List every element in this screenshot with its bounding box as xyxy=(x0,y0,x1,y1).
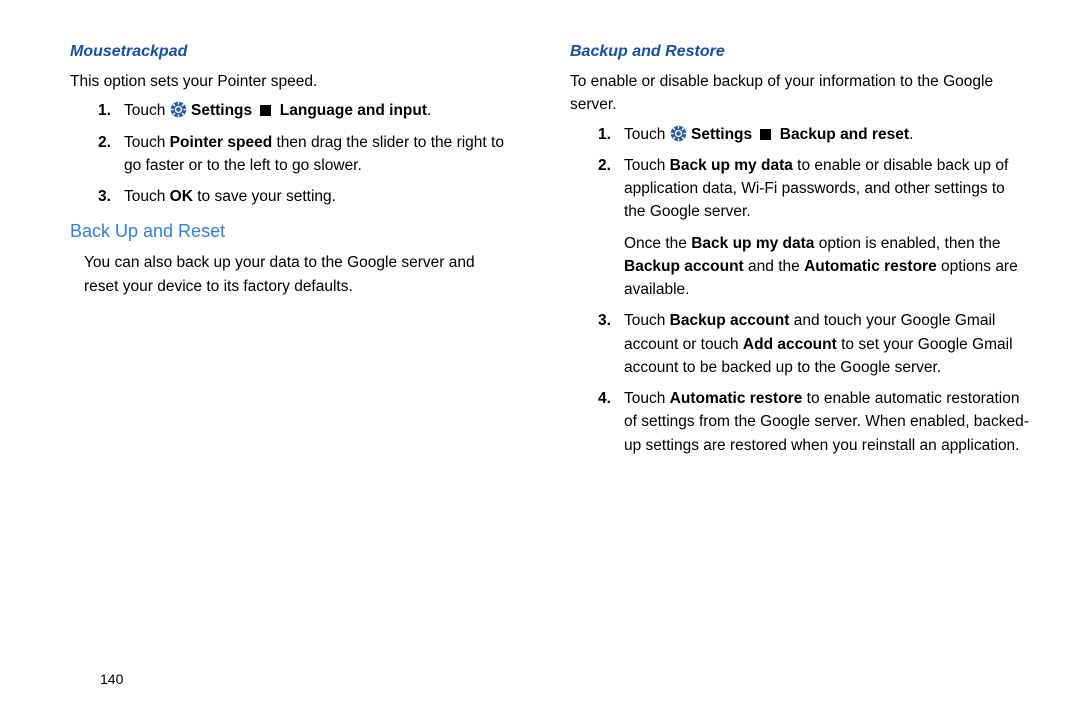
step-number: 4. xyxy=(598,387,624,457)
left-column: Mousetrackpad This option sets your Poin… xyxy=(70,40,510,465)
bold-text: Back up my data xyxy=(691,235,814,252)
settings-label: Settings Language and input xyxy=(191,102,427,119)
text: Settings xyxy=(691,126,752,143)
text: Touch xyxy=(124,188,170,205)
step-text: Touch Backup account and touch your Goog… xyxy=(624,309,1030,379)
step-text: Touch Settings Backup and reset. xyxy=(624,123,1030,146)
text: Touch xyxy=(124,134,170,151)
step-number: 3. xyxy=(98,185,124,208)
text: Touch xyxy=(624,157,670,174)
bold-text: Backup account xyxy=(624,258,744,275)
step-2: 2. Touch Pointer speed then drag the sli… xyxy=(98,131,510,178)
steps-list-cont: 3. Touch Backup account and touch your G… xyxy=(598,309,1030,457)
subheading-backup-reset: Back Up and Reset xyxy=(70,218,510,245)
text: option is enabled, then the xyxy=(814,235,1000,252)
bold-text: Add account xyxy=(743,336,837,353)
bold-text: OK xyxy=(170,188,193,205)
manual-page: Mousetrackpad This option sets your Poin… xyxy=(0,0,1080,465)
intro-text: This option sets your Pointer speed. xyxy=(70,70,510,93)
bold-text: Automatic restore xyxy=(670,390,803,407)
text: Touch xyxy=(624,312,670,329)
settings-icon xyxy=(170,101,187,118)
step-3: 3. Touch OK to save your setting. xyxy=(98,185,510,208)
step-text: Touch OK to save your setting. xyxy=(124,185,510,208)
arrow-icon xyxy=(760,129,771,140)
text: Settings xyxy=(191,102,252,119)
bold-text: Back up my data xyxy=(670,157,793,174)
followup-text: Once the Back up my data option is enabl… xyxy=(624,232,1030,302)
text: Backup and reset xyxy=(780,126,909,143)
text: Touch xyxy=(124,102,170,119)
section-heading-backup-restore: Backup and Restore xyxy=(570,40,1030,64)
step-number: 1. xyxy=(98,99,124,122)
step-text: Touch Pointer speed then drag the slider… xyxy=(124,131,510,178)
intro-text: You can also back up your data to the Go… xyxy=(84,251,510,298)
bold-text: Pointer speed xyxy=(170,134,273,151)
bold-text: Automatic restore xyxy=(804,258,937,275)
page-number: 140 xyxy=(100,669,123,690)
step-text: Touch Back up my data to enable or disab… xyxy=(624,154,1030,224)
step-1: 1. Touch Settings Language and input. xyxy=(98,99,510,122)
intro-text: To enable or disable backup of your info… xyxy=(570,70,1030,117)
settings-label: Settings Backup and reset xyxy=(691,126,909,143)
text: Touch xyxy=(624,390,670,407)
step-4: 4. Touch Automatic restore to enable aut… xyxy=(598,387,1030,457)
steps-list: 1. Touch Settings Language and input. 2.… xyxy=(98,99,510,208)
text: and the xyxy=(744,258,804,275)
text: Touch xyxy=(624,126,670,143)
step-text: Touch Settings Language and input. xyxy=(124,99,510,122)
arrow-icon xyxy=(260,105,271,116)
bold-text: Backup account xyxy=(670,312,790,329)
text: . xyxy=(909,126,913,143)
steps-list: 1. Touch Settings Backup and reset. 2. T… xyxy=(598,123,1030,224)
step-2: 2. Touch Back up my data to enable or di… xyxy=(598,154,1030,224)
step-number: 1. xyxy=(598,123,624,146)
step-number: 3. xyxy=(598,309,624,379)
step-3: 3. Touch Backup account and touch your G… xyxy=(598,309,1030,379)
step-number: 2. xyxy=(98,131,124,178)
step-text: Touch Automatic restore to enable automa… xyxy=(624,387,1030,457)
text: Once the xyxy=(624,235,691,252)
step-number: 2. xyxy=(598,154,624,224)
settings-icon xyxy=(670,125,687,142)
step-1: 1. Touch Settings Backup and reset. xyxy=(598,123,1030,146)
section-heading-mousetrackpad: Mousetrackpad xyxy=(70,40,510,64)
text: Language and input xyxy=(280,102,427,119)
right-column: Backup and Restore To enable or disable … xyxy=(570,40,1030,465)
text: to save your setting. xyxy=(193,188,336,205)
text: . xyxy=(427,102,431,119)
